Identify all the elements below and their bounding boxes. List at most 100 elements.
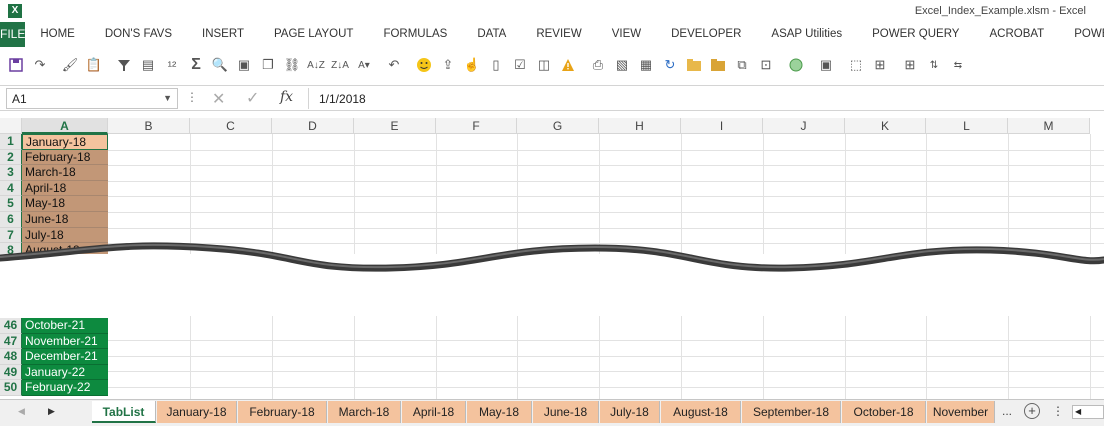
enter-icon[interactable]: ✓ xyxy=(246,88,259,108)
row-header[interactable]: 50 xyxy=(0,380,22,396)
cancel-icon[interactable]: ✕ xyxy=(212,89,225,109)
column-header-g[interactable]: G xyxy=(517,118,599,134)
undo-icon[interactable]: ↶ xyxy=(382,53,406,77)
refresh-icon[interactable]: ↻ xyxy=(658,53,682,77)
row-header[interactable]: 47 xyxy=(0,333,22,350)
sheet-tab[interactable]: November xyxy=(927,401,995,423)
camera-icon[interactable]: ◫ xyxy=(532,53,556,77)
sheet-tab[interactable]: January-18 xyxy=(157,401,237,423)
column-header-a[interactable]: A xyxy=(22,118,108,134)
tab-home[interactable]: HOME xyxy=(25,22,90,47)
add-sheet-button[interactable]: + xyxy=(1024,403,1040,419)
warning-icon[interactable] xyxy=(556,53,580,77)
sheet-tab[interactable]: July-18 xyxy=(600,401,660,423)
sheet-tab[interactable]: February-18 xyxy=(238,401,327,423)
smiley-icon[interactable] xyxy=(412,53,436,77)
column-header-i[interactable]: I xyxy=(681,118,763,134)
border-icon[interactable]: ⬚ xyxy=(844,53,868,77)
horizontal-scrollbar[interactable]: ◀ xyxy=(1072,405,1104,419)
shape-icon[interactable] xyxy=(784,53,808,77)
column-header-b[interactable]: B xyxy=(108,118,190,134)
select-all-corner[interactable] xyxy=(0,118,22,134)
autosum-icon[interactable]: Σ xyxy=(184,53,208,77)
column-header-e[interactable]: E xyxy=(354,118,436,134)
share-icon[interactable]: ⊡ xyxy=(754,53,778,77)
copy-file-icon[interactable]: ⧉ xyxy=(730,53,754,77)
cell-a47[interactable]: November-21 xyxy=(22,333,108,350)
page-setup-icon[interactable]: ▦ xyxy=(634,53,658,77)
more-icon[interactable]: ⇆ xyxy=(946,53,970,77)
sort-za-icon[interactable]: Z↓A xyxy=(328,53,352,77)
cell-a2[interactable]: February-18 xyxy=(22,149,108,166)
tab-formulas[interactable]: FORMULAS xyxy=(368,22,462,47)
more-tabs-icon[interactable]: ... xyxy=(1002,404,1012,418)
align-icon[interactable]: ⇅ xyxy=(922,53,946,77)
tab-asap-utilities[interactable]: ASAP Utilities xyxy=(756,22,857,47)
cell-a4[interactable]: April-18 xyxy=(22,180,108,197)
row-header[interactable]: 4 xyxy=(0,180,22,197)
column-header-d[interactable]: D xyxy=(272,118,354,134)
row-header[interactable]: 49 xyxy=(0,364,22,381)
column-header-m[interactable]: M xyxy=(1008,118,1090,134)
redo-icon[interactable]: ↷ xyxy=(28,53,52,77)
spell-icon[interactable]: A▾ xyxy=(352,53,376,77)
touch-icon[interactable]: ☝ xyxy=(460,53,484,77)
row-header[interactable]: 6 xyxy=(0,212,22,228)
tab-data[interactable]: DATA xyxy=(462,22,521,47)
row-header[interactable]: 46 xyxy=(0,318,22,334)
grid-icon[interactable]: ⊞ xyxy=(898,53,922,77)
file-tab[interactable]: FILE xyxy=(0,22,26,47)
tab-acrobat[interactable]: ACROBAT xyxy=(974,22,1059,47)
open-icon[interactable] xyxy=(706,53,730,77)
export-icon[interactable]: ⇪ xyxy=(436,53,460,77)
number-format-icon[interactable]: ¹² xyxy=(160,53,184,77)
sort-az-icon[interactable]: A↓Z xyxy=(304,53,328,77)
tab-dons-favs[interactable]: DON'S FAVS xyxy=(90,22,187,47)
sheet-prev-icon[interactable]: ◀ xyxy=(18,406,25,417)
sheet-next-icon[interactable]: ▶ xyxy=(48,406,55,417)
cell-a5[interactable]: May-18 xyxy=(22,196,108,212)
cell-a1[interactable]: January-18 xyxy=(22,134,108,150)
more-icon[interactable]: ⋮ xyxy=(1052,404,1064,418)
sheet-tab[interactable]: April-18 xyxy=(402,401,466,423)
copy-icon[interactable]: ❐ xyxy=(256,53,280,77)
sheet-tab[interactable]: June-18 xyxy=(533,401,599,423)
cell-a3[interactable]: March-18 xyxy=(22,165,108,181)
sheet-tab[interactable]: March-18 xyxy=(328,401,401,423)
print-icon[interactable]: ⎙ xyxy=(586,53,610,77)
tab-powerpivot[interactable]: POWERPIVOT xyxy=(1059,22,1104,47)
name-box[interactable]: A1 ▼ xyxy=(6,88,178,109)
sheet-tab[interactable]: August-18 xyxy=(661,401,741,423)
sheet-tab[interactable]: May-18 xyxy=(467,401,532,423)
column-header-f[interactable]: F xyxy=(436,118,517,134)
find-icon[interactable]: 🔍 xyxy=(208,53,232,77)
tab-page-layout[interactable]: PAGE LAYOUT xyxy=(259,22,368,47)
cell-a48[interactable]: December-21 xyxy=(22,349,108,365)
chevron-down-icon[interactable]: ▼ xyxy=(163,93,172,103)
screenshot-icon[interactable]: ▣ xyxy=(232,53,256,77)
select-icon[interactable]: ▣ xyxy=(814,53,838,77)
cell-a6[interactable]: June-18 xyxy=(22,212,108,228)
more-icon[interactable]: ⋮ xyxy=(186,90,198,104)
tab-power-query[interactable]: POWER QUERY xyxy=(857,22,974,47)
insert-function-icon[interactable]: fx xyxy=(280,89,293,105)
table-icon[interactable]: ⊞ xyxy=(868,53,892,77)
paste-values-icon[interactable]: 📋 xyxy=(82,53,106,77)
column-header-j[interactable]: J xyxy=(763,118,845,134)
row-header[interactable]: 1 xyxy=(0,134,22,150)
link-icon[interactable]: ⛓ xyxy=(280,53,304,77)
sheet-tab[interactable]: September-18 xyxy=(742,401,841,423)
cell-a49[interactable]: January-22 xyxy=(22,364,108,381)
column-header-c[interactable]: C xyxy=(190,118,272,134)
cell-a46[interactable]: October-21 xyxy=(22,318,108,334)
row-header[interactable]: 3 xyxy=(0,165,22,181)
sort-filter-icon[interactable]: ▤ xyxy=(136,53,160,77)
cell-a50[interactable]: February-22 xyxy=(22,380,108,396)
tab-insert[interactable]: INSERT xyxy=(187,22,259,47)
sheet-tab-tablist[interactable]: TabList xyxy=(92,401,156,423)
tab-developer[interactable]: DEVELOPER xyxy=(656,22,756,47)
print-preview-icon[interactable]: ▧ xyxy=(610,53,634,77)
tab-review[interactable]: REVIEW xyxy=(521,22,596,47)
column-header-k[interactable]: K xyxy=(845,118,926,134)
column-header-h[interactable]: H xyxy=(599,118,681,134)
